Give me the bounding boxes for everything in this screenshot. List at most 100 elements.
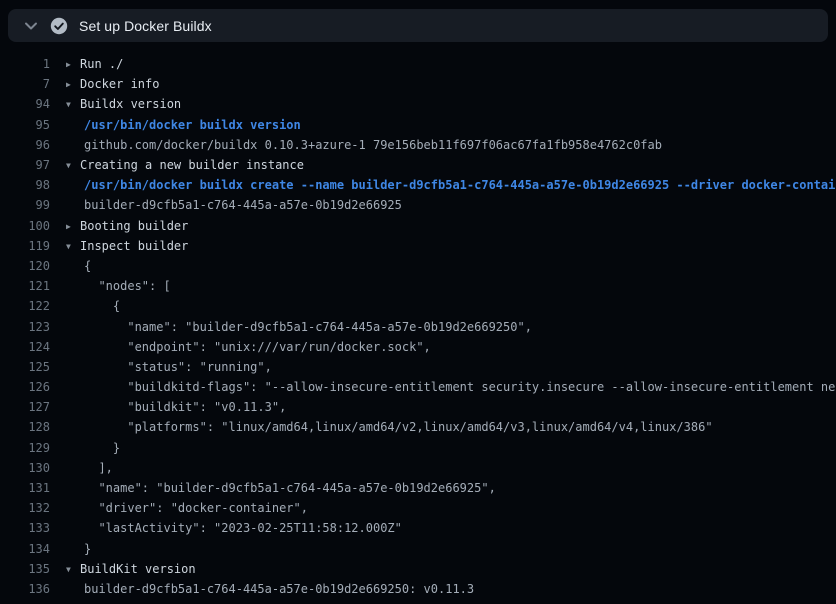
log-line-text: } xyxy=(50,542,836,556)
log-line: 125 "status": "running", xyxy=(0,357,836,377)
log-line-number[interactable]: 127 xyxy=(0,400,50,414)
log-line: 1▶Run ./ xyxy=(0,54,836,74)
log-line: 100▶Booting builder xyxy=(0,216,836,236)
log-line-number[interactable]: 128 xyxy=(0,420,50,434)
log-line-text: "driver": "docker-container", xyxy=(50,501,836,515)
log-line-number[interactable]: 119 xyxy=(0,239,50,253)
log-line-number[interactable]: 131 xyxy=(0,481,50,495)
chevron-down-icon xyxy=(24,21,38,31)
log-line-text: "endpoint": "unix:///var/run/docker.sock… xyxy=(50,340,836,354)
log-line: 130 ], xyxy=(0,458,836,478)
log-line-number[interactable]: 98 xyxy=(0,178,50,192)
log-line-text: "lastActivity": "2023-02-25T11:58:12.000… xyxy=(50,521,836,535)
step-title: Set up Docker Buildx xyxy=(79,18,212,34)
collapse-step-button[interactable] xyxy=(20,15,42,37)
log-line: 99builder-d9cfb5a1-c764-445a-a57e-0b19d2… xyxy=(0,195,836,215)
log-line-number[interactable]: 124 xyxy=(0,340,50,354)
log-line-number[interactable]: 100 xyxy=(0,219,50,233)
log-line-number[interactable]: 135 xyxy=(0,562,50,576)
log-line: 98/usr/bin/docker buildx create --name b… xyxy=(0,175,836,195)
log-line-number[interactable]: 129 xyxy=(0,441,50,455)
actions-log-viewer: Set up Docker Buildx 1▶Run ./7▶Docker in… xyxy=(0,0,836,604)
log-line-number[interactable]: 126 xyxy=(0,380,50,394)
log-line: 96github.com/docker/buildx 0.10.3+azure-… xyxy=(0,135,836,155)
log-line: 95/usr/bin/docker buildx version xyxy=(0,115,836,135)
log-output: 1▶Run ./7▶Docker info94▼Buildx version95… xyxy=(0,54,836,599)
log-line-text: "status": "running", xyxy=(50,360,836,374)
log-line: 135▼BuildKit version xyxy=(0,559,836,579)
log-line-number[interactable]: 134 xyxy=(0,542,50,556)
group-collapsed-icon[interactable]: ▶ xyxy=(66,222,80,231)
log-line: 94▼Buildx version xyxy=(0,94,836,114)
log-group-header[interactable]: ▶Booting builder xyxy=(50,219,836,233)
log-line: 120{ xyxy=(0,256,836,276)
check-circle-icon xyxy=(50,17,68,35)
log-line: 132 "driver": "docker-container", xyxy=(0,498,836,518)
log-line-number[interactable]: 121 xyxy=(0,279,50,293)
log-group-header[interactable]: ▶Docker info xyxy=(50,77,836,91)
log-group-title: Run ./ xyxy=(80,57,123,71)
group-collapsed-icon[interactable]: ▶ xyxy=(66,60,80,69)
log-line: 119▼Inspect builder xyxy=(0,236,836,256)
log-line-number[interactable]: 123 xyxy=(0,320,50,334)
log-line: 97▼Creating a new builder instance xyxy=(0,155,836,175)
log-line-number[interactable]: 1 xyxy=(0,57,50,71)
step-header[interactable]: Set up Docker Buildx xyxy=(8,9,828,42)
log-line-text: ], xyxy=(50,461,836,475)
log-group-title: Inspect builder xyxy=(80,239,188,253)
log-group-title: Creating a new builder instance xyxy=(80,158,304,172)
log-line: 122 { xyxy=(0,296,836,316)
log-group-title: Buildx version xyxy=(80,97,181,111)
log-line: 7▶Docker info xyxy=(0,74,836,94)
log-line-text: { xyxy=(50,299,836,313)
log-line-text: } xyxy=(50,441,836,455)
log-line: 134} xyxy=(0,539,836,559)
group-expanded-icon[interactable]: ▼ xyxy=(66,565,80,574)
log-line-number[interactable]: 132 xyxy=(0,501,50,515)
log-line-number[interactable]: 130 xyxy=(0,461,50,475)
log-line-text: "buildkit": "v0.11.3", xyxy=(50,400,836,414)
log-line-number[interactable]: 136 xyxy=(0,582,50,596)
log-line: 124 "endpoint": "unix:///var/run/docker.… xyxy=(0,337,836,357)
log-line: 126 "buildkitd-flags": "--allow-insecure… xyxy=(0,377,836,397)
log-group-header[interactable]: ▼Creating a new builder instance xyxy=(50,158,836,172)
group-expanded-icon[interactable]: ▼ xyxy=(66,242,80,251)
log-group-title: BuildKit version xyxy=(80,562,196,576)
log-line-number[interactable]: 94 xyxy=(0,97,50,111)
log-line-text: "name": "builder-d9cfb5a1-c764-445a-a57e… xyxy=(50,320,836,334)
log-line-text: builder-d9cfb5a1-c764-445a-a57e-0b19d2e6… xyxy=(50,198,836,212)
log-line: 123 "name": "builder-d9cfb5a1-c764-445a-… xyxy=(0,316,836,336)
log-line: 127 "buildkit": "v0.11.3", xyxy=(0,397,836,417)
log-group-title: Docker info xyxy=(80,77,159,91)
log-line: 133 "lastActivity": "2023-02-25T11:58:12… xyxy=(0,518,836,538)
group-expanded-icon[interactable]: ▼ xyxy=(66,161,80,170)
log-line: 128 "platforms": "linux/amd64,linux/amd6… xyxy=(0,417,836,437)
log-line-text: "buildkitd-flags": "--allow-insecure-ent… xyxy=(50,380,836,394)
group-collapsed-icon[interactable]: ▶ xyxy=(66,80,80,89)
log-line-number[interactable]: 120 xyxy=(0,259,50,273)
log-line-text: { xyxy=(50,259,836,273)
log-line-number[interactable]: 97 xyxy=(0,158,50,172)
log-line-number[interactable]: 133 xyxy=(0,521,50,535)
log-line-text: builder-d9cfb5a1-c764-445a-a57e-0b19d2e6… xyxy=(50,582,836,596)
log-line: 121 "nodes": [ xyxy=(0,276,836,296)
log-line-text: "nodes": [ xyxy=(50,279,836,293)
log-group-header[interactable]: ▼Buildx version xyxy=(50,97,836,111)
log-group-header[interactable]: ▼BuildKit version xyxy=(50,562,836,576)
log-line-number[interactable]: 7 xyxy=(0,77,50,91)
log-line-number[interactable]: 99 xyxy=(0,198,50,212)
log-line: 129 } xyxy=(0,438,836,458)
log-group-header[interactable]: ▶Run ./ xyxy=(50,57,836,71)
group-expanded-icon[interactable]: ▼ xyxy=(66,100,80,109)
log-line-text: github.com/docker/buildx 0.10.3+azure-1 … xyxy=(50,138,836,152)
log-line-number[interactable]: 125 xyxy=(0,360,50,374)
log-line-number[interactable]: 95 xyxy=(0,118,50,132)
log-group-title: Booting builder xyxy=(80,219,188,233)
log-line-text: /usr/bin/docker buildx version xyxy=(50,118,836,132)
log-group-header[interactable]: ▼Inspect builder xyxy=(50,239,836,253)
log-line-text: /usr/bin/docker buildx create --name bui… xyxy=(50,178,836,192)
log-line-number[interactable]: 122 xyxy=(0,299,50,313)
log-line-text: "platforms": "linux/amd64,linux/amd64/v2… xyxy=(50,420,836,434)
log-line-number[interactable]: 96 xyxy=(0,138,50,152)
log-line: 131 "name": "builder-d9cfb5a1-c764-445a-… xyxy=(0,478,836,498)
